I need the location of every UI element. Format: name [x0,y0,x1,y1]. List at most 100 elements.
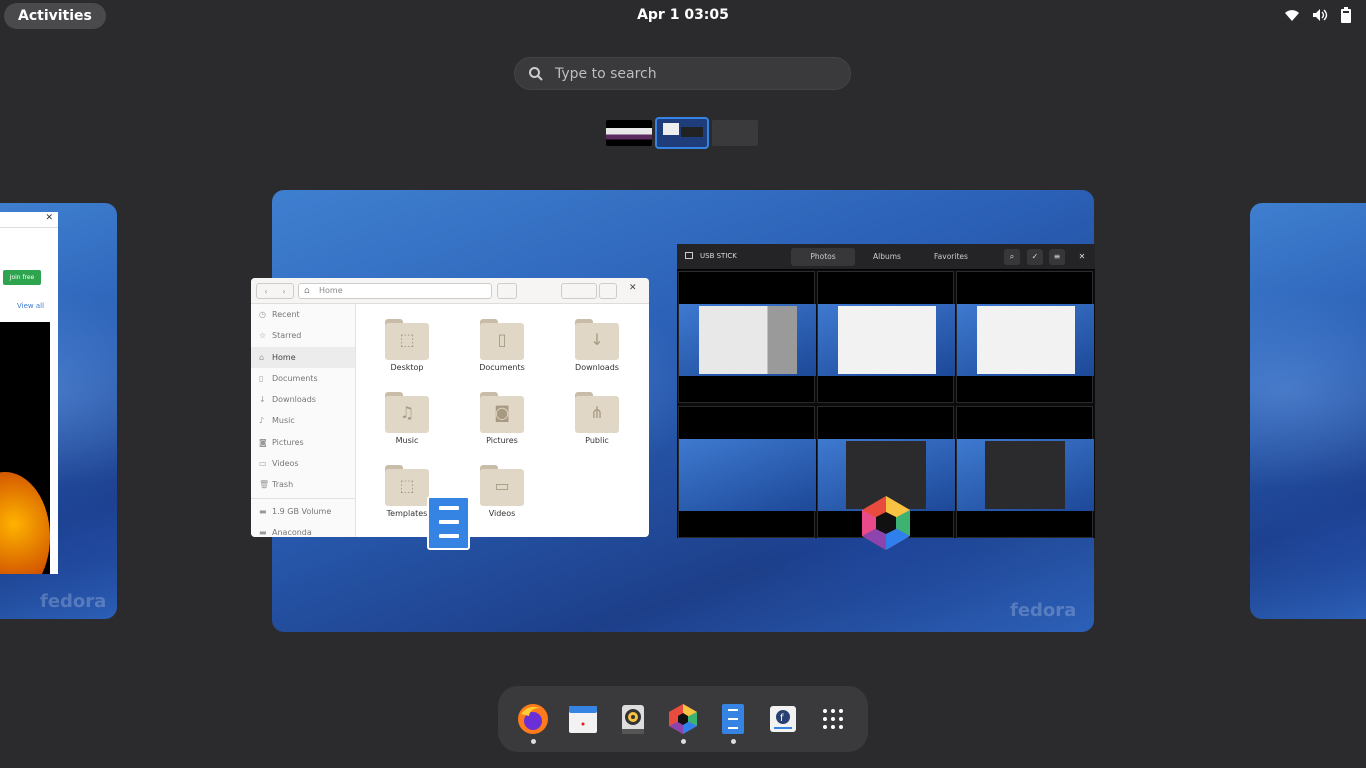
folder-public[interactable]: ⋔ Public [557,389,637,445]
fedora-watermark: fedora [40,591,107,612]
menu-icon[interactable]: ≡ [1049,249,1065,265]
nav-buttons[interactable]: ‹ › [256,283,294,299]
browser-content [0,322,50,574]
fedora-watermark: fedora [1010,600,1077,621]
sidebar-item-recent[interactable]: ◷ Recent [251,304,355,325]
sidebar-item-anaconda[interactable]: ▬ Anaconda [251,522,355,537]
sidebar-item-volume[interactable]: ▬ 1.9 GB Volume [251,501,355,522]
sidebar-item-label: 1.9 GB Volume [272,506,332,516]
back-icon[interactable]: ‹ [264,287,267,296]
photos-headerbar: USB STICK Photos Albums Favorites ⌕ ✓ ≡ … [677,244,1095,270]
star-icon: ☆ [259,331,267,341]
folder-desktop[interactable]: ⬚ Desktop [367,316,447,372]
sidebar-item-downloads[interactable]: ↓ Downloads [251,389,355,410]
sidebar-item-label: Videos [272,459,299,469]
folder-downloads[interactable]: ↓ Downloads [557,316,637,372]
svg-text:f: f [780,713,784,724]
folder-icon: ⬚ [385,462,429,506]
photo-thumbnail[interactable] [678,406,816,538]
video-icon: ▭ [259,459,267,469]
photos-icon[interactable] [666,702,700,744]
tab-photos[interactable]: Photos [791,248,855,266]
firefox-icon[interactable] [516,702,550,744]
join-free-button[interactable]: Join free [3,270,41,285]
photo-thumbnail[interactable] [817,271,955,403]
photos-title: USB STICK [700,252,737,260]
rhythmbox-icon[interactable] [616,702,650,736]
workspace-thumbnail-1[interactable] [606,120,652,146]
files-sidebar: ◷ Recent ☆ Starred ⌂ Home ▯ Documents ↓ Downl… [251,304,356,537]
sidebar-item-starred[interactable]: ☆ Starred [251,325,355,346]
calendar-icon[interactable] [566,702,600,736]
search-button[interactable] [497,283,517,299]
sidebar-item-label: Music [272,416,295,426]
files-app-icon[interactable] [427,496,470,550]
folder-videos[interactable]: ▭ Videos [462,462,542,518]
folder-label: Pictures [486,436,518,445]
home-icon: ⌂ [259,352,265,362]
fedora-media-writer-icon[interactable]: f [766,702,800,736]
search-placeholder: Type to search [555,66,657,82]
close-icon[interactable]: ✕ [45,213,53,223]
folder-music[interactable]: ♫ Music [367,389,447,445]
files-headerbar: ‹ › ⌂ Home ✕ [251,278,649,304]
browser-window[interactable]: ✕ Join free View all [0,212,58,574]
workspace-thumbnail-3[interactable] [712,120,758,146]
folder-grid: ⬚ Desktop ▯ Documents ↓ Downloads ♫ Musi… [357,304,649,537]
sidebar-item-music[interactable]: ♪ Music [251,410,355,431]
folder-label: Videos [488,509,516,518]
battery-icon[interactable] [1340,7,1352,23]
clock[interactable]: Apr 1 03:05 [0,7,1366,23]
files-icon[interactable] [716,702,750,744]
folder-pictures[interactable]: ◙ Pictures [462,389,542,445]
photo-thumbnail[interactable] [956,406,1094,538]
folder-icon: ↓ [575,316,619,360]
sidebar-item-label: Documents [272,373,318,383]
sidebar-item-label: Downloads [272,395,316,405]
folder-label: Desktop [390,363,424,372]
folder-documents[interactable]: ▯ Documents [462,316,542,372]
search-entry[interactable]: Type to search [514,57,851,90]
sidebar-item-label: Home [272,352,296,362]
tab-albums[interactable]: Albums [855,248,919,266]
sidebar-item-documents[interactable]: ▯ Documents [251,368,355,389]
folder-label: Music [395,436,419,445]
folder-icon: ⋔ [575,389,619,433]
workspace-switcher [606,117,758,149]
tab-favorites[interactable]: Favorites [919,248,983,266]
drive-icon: ▬ [259,527,267,537]
running-indicator [531,739,536,744]
sidebar-item-videos[interactable]: ▭ Videos [251,453,355,474]
menu-button[interactable] [599,283,617,299]
sidebar-item-label: Trash [272,480,294,490]
show-apps-icon[interactable] [816,702,850,736]
running-indicator [681,739,686,744]
top-bar: Activities Apr 1 03:05 [0,0,1366,32]
volume-icon[interactable] [1312,8,1328,22]
close-icon[interactable]: ✕ [1074,249,1090,265]
wifi-icon[interactable] [1284,8,1300,22]
sidebar-item-pictures[interactable]: ◙ Pictures [251,432,355,453]
photos-app-icon[interactable] [858,494,914,552]
sidebar-item-label: Pictures [272,437,304,447]
photo-thumbnail[interactable] [678,271,816,403]
select-check-icon[interactable]: ✓ [1027,249,1043,265]
path-label: Home [319,286,343,295]
workspace-right[interactable] [1250,203,1366,619]
forward-icon[interactable]: › [282,287,285,296]
camera-icon: ◙ [259,437,267,447]
sidebar-item-home[interactable]: ⌂ Home [251,346,355,368]
sidebar-separator [251,497,355,499]
sidebar-item-trash[interactable]: 🗑 Trash [251,474,355,495]
system-tray[interactable] [1284,7,1352,23]
folder-icon: ▭ [480,462,524,506]
view-options-button[interactable] [561,283,597,299]
workspace-thumbnail-2[interactable] [655,117,709,149]
close-icon[interactable]: ✕ [629,283,637,293]
path-bar[interactable]: ⌂ Home [298,283,492,299]
photo-thumbnail[interactable] [956,271,1094,403]
clock-icon: ◷ [259,310,266,319]
view-all-link[interactable]: View all [17,302,44,310]
folder-label: Documents [479,363,525,372]
search-icon[interactable]: ⌕ [1004,249,1020,265]
